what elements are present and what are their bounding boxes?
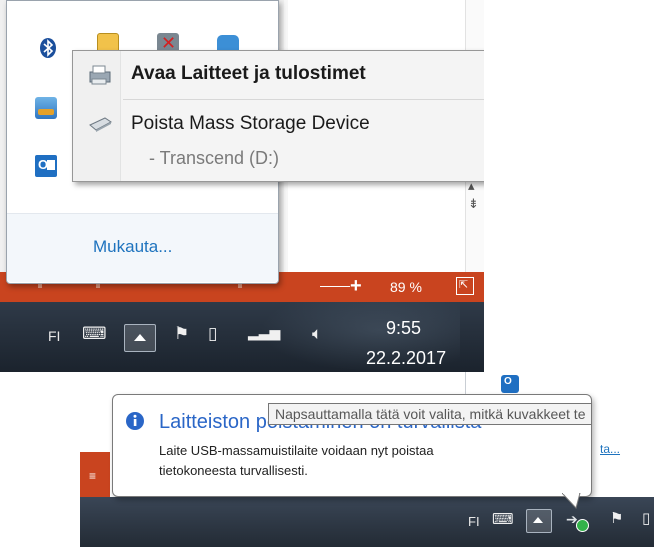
customize-link[interactable]: Mukauta... [93,237,172,257]
keyboard-icon[interactable]: ⌨ [82,324,107,344]
bluetooth-icon[interactable] [37,37,59,59]
chevron-up-icon [134,334,146,341]
status-dot [96,284,100,288]
usb-drive-icon [89,117,112,132]
menu-item-label: Avaa Laitteet ja tulostimet [131,63,366,84]
balloon-message-line1: Laite USB-massamuistilaite voidaan nyt p… [159,443,434,458]
zoom-slider[interactable] [320,286,350,287]
clock-time[interactable]: 9:55 [386,318,421,339]
next-page-icon[interactable]: ⇟ [468,196,479,212]
action-center-flag-icon[interactable]: ⚑ [174,324,189,344]
outlook-icon[interactable]: O [35,155,57,177]
menu-separator [123,99,484,100]
menu-item-eject-device[interactable]: Poista Mass Storage Device [73,107,484,141]
safely-remove-hardware-icon[interactable]: ➔ [566,507,592,533]
status-dot [38,284,42,288]
balloon-message-line2: tietokoneesta turvallisesti. [159,463,308,478]
language-indicator[interactable]: FI [48,328,60,344]
network-signal-icon[interactable]: ▂▃▅ [248,324,280,341]
fit-to-window-icon[interactable]: ⇱ [456,277,474,295]
show-hidden-icons-button[interactable] [526,509,552,533]
language-indicator[interactable]: FI [468,514,480,529]
menu-icon: ≡ [89,469,97,483]
balloon-tail [562,493,581,509]
status-dot [238,284,242,288]
volume-icon[interactable]: 🔈︎ [312,324,322,344]
keyboard-icon[interactable]: ⌨ [492,510,514,528]
top-screenshot: ▴ ⇟ + 89 % ⇱ FI ⌨ ⚑ ▯ ▂▃▅ 🔈︎ 9:55 22.2.2… [0,0,484,372]
clock-date[interactable]: 22.2.2017 [366,348,446,369]
customize-link-partial[interactable]: ta... [600,442,620,456]
show-hidden-icons-button[interactable] [124,324,156,352]
power-battery-icon[interactable]: ▯ [208,324,217,344]
menu-item-label: - Transcend (D:) [149,148,280,168]
chevron-up-icon [533,517,543,523]
zoom-in-button[interactable]: + [350,275,362,297]
menu-item-transcend-drive[interactable]: - Transcend (D:) [73,143,484,175]
network-app-icon[interactable] [35,97,57,119]
word-sidebar-strip: ≡ [80,452,110,497]
context-menu: Avaa Laitteet ja tulostimet Poista Mass … [72,50,484,182]
taskbar: FI ⌨ ⚑ ▯ ▂▃▅ 🔈︎ 9:55 22.2.2017 [0,302,484,372]
tooltip: Napsauttamalla tätä voit valita, mitkä k… [268,403,593,425]
info-icon [126,412,144,430]
menu-item-label: Poista Mass Storage Device [131,113,370,134]
outlook-icon[interactable]: O [501,375,519,393]
printer-icon [89,65,111,85]
menu-item-devices-printers[interactable]: Avaa Laitteet ja tulostimet [73,51,484,99]
zoom-level[interactable]: 89 % [390,279,422,295]
power-battery-icon[interactable]: ▯ [642,509,650,527]
action-center-flag-icon[interactable]: ⚑ [610,509,623,527]
bottom-screenshot: O ta... ≡ FI ⌨ ➔ ⚑ ▯ Laitteiston poistam… [80,372,654,547]
